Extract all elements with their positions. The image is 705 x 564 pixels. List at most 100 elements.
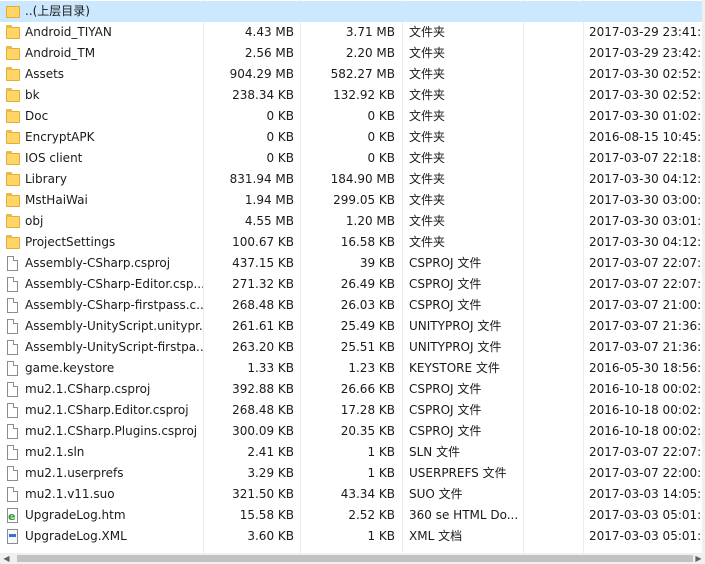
file-name: mu2.1.sln [25, 445, 85, 459]
html-document-icon [6, 505, 22, 526]
file-icon [6, 295, 22, 316]
modified-date: 2017-03-07 21:00:... [589, 298, 705, 312]
horizontal-scrollbar[interactable]: ◀ ▶ [0, 553, 705, 564]
file-icon [6, 442, 22, 463]
file-size: 300.09 KB [232, 424, 294, 438]
file-row[interactable]: mu2.1.CSharp.Plugins.csproj 300.09 KB 20.3… [0, 421, 705, 442]
file-name: Assets [25, 67, 65, 81]
file-size: 100.67 KB [232, 235, 294, 249]
file-size: 1.33 KB [247, 361, 294, 375]
packed-size: 2.52 KB [348, 508, 395, 522]
file-type: SUO 文件 [409, 487, 463, 501]
file-size: 437.15 KB [232, 256, 294, 270]
file-row[interactable]: Assembly-CSharp-firstpass.c... 268.48 KB 2… [0, 295, 705, 316]
modified-date: 2017-03-03 05:01:... [589, 508, 705, 522]
file-row[interactable]: Assembly-CSharp.csproj 437.15 KB 39 KB CSPR… [0, 253, 705, 274]
parent-directory-row[interactable]: ..(上层目录) [0, 1, 705, 22]
folder-row[interactable]: MstHaiWai 1.94 MB 299.05 KB 文件夹 2017-03-30 0… [0, 190, 705, 211]
packed-size: 582.27 MB [330, 67, 395, 81]
file-row[interactable]: mu2.1.sln 2.41 KB 1 KB SLN 文件 2017-03-07 22:… [0, 442, 705, 463]
file-size: 831.94 MB [229, 172, 294, 186]
scroll-left-arrow-icon[interactable]: ◀ [2, 554, 11, 563]
folder-row[interactable]: EncryptAPK 0 KB 0 KB 文件夹 2016-08-15 10:45:..… [0, 127, 705, 148]
file-type: 文件夹 [409, 88, 446, 102]
file-row[interactable]: Assembly-UnityScript-firstpa... 263.20 KB… [0, 337, 705, 358]
file-row[interactable]: mu2.1.CSharp.csproj 392.88 KB 26.66 KB CSPR… [0, 379, 705, 400]
file-name: ProjectSettings [25, 235, 116, 249]
file-row[interactable]: Assembly-CSharp-Editor.csp... 271.32 KB 26… [0, 274, 705, 295]
file-type: CSPROJ 文件 [409, 256, 482, 270]
packed-size: 1.20 MB [345, 214, 395, 228]
packed-size: 39 KB [359, 256, 395, 270]
file-name: mu2.1.userprefs [25, 466, 124, 480]
file-name: Android_TM [25, 46, 96, 60]
folder-row[interactable]: Android_TM 2.56 MB 2.20 MB 文件夹 2017-03-29 23… [0, 43, 705, 64]
scroll-right-arrow-icon[interactable]: ▶ [694, 554, 703, 563]
file-size: 4.43 MB [244, 25, 294, 39]
folder-row[interactable]: Assets 904.29 MB 582.27 MB 文件夹 2017-03-30 02… [0, 64, 705, 85]
file-size: 2.41 KB [247, 445, 294, 459]
folder-row[interactable]: bk 238.34 KB 132.92 KB 文件夹 2017-03-30 02:52:… [0, 85, 705, 106]
file-row[interactable]: mu2.1.userprefs 3.29 KB 1 KB USERPREFS 文件 20… [0, 463, 705, 484]
modified-date: 2017-03-30 03:01:... [589, 214, 705, 228]
file-size: 2.56 MB [244, 46, 294, 60]
folder-row[interactable]: IOS client 0 KB 0 KB 文件夹 2017-03-07 22:18:..… [0, 148, 705, 169]
file-icon [6, 337, 22, 358]
file-type: 文件夹 [409, 151, 446, 165]
packed-size: 26.66 KB [340, 382, 395, 396]
file-size: 3.60 KB [247, 529, 294, 543]
file-icon [6, 484, 22, 505]
file-type: USERPREFS 文件 [409, 466, 507, 480]
file-row[interactable]: UpgradeLog.XML 3.60 KB 1 KB XML 文档 2017-03-0… [0, 526, 705, 547]
folder-row[interactable]: Library 831.94 MB 184.90 MB 文件夹 2017-03-30 0… [0, 169, 705, 190]
folder-icon [6, 106, 22, 127]
folder-icon [6, 43, 22, 64]
packed-size: 43.34 KB [340, 487, 395, 501]
file-type: CSPROJ 文件 [409, 298, 482, 312]
modified-date: 2016-10-18 00:02:... [589, 382, 705, 396]
parent-directory-label: ..(上层目录) [25, 4, 90, 18]
file-row[interactable]: game.keystore 1.33 KB 1.23 KB KEYSTORE 文件 20… [0, 358, 705, 379]
file-type: KEYSTORE 文件 [409, 361, 500, 375]
modified-date: 2017-03-07 22:07:... [589, 256, 705, 270]
modified-date: 2017-03-30 03:00:... [589, 193, 705, 207]
folder-icon [6, 169, 22, 190]
file-type: 文件夹 [409, 193, 446, 207]
folder-icon [6, 148, 22, 169]
file-type: UNITYPROJ 文件 [409, 319, 502, 333]
file-icon [6, 358, 22, 379]
file-row[interactable]: Assembly-UnityScript.unitypr... 261.61 KB… [0, 316, 705, 337]
file-name: bk [25, 88, 40, 102]
file-size: 271.32 KB [232, 277, 294, 291]
packed-size: 16.58 KB [340, 235, 395, 249]
file-type: SLN 文件 [409, 445, 461, 459]
modified-date: 2017-03-07 22:07:... [589, 277, 705, 291]
file-name: Assembly-UnityScript.unitypr... [25, 319, 203, 333]
file-icon [6, 274, 22, 295]
folder-row[interactable]: Doc 0 KB 0 KB 文件夹 2017-03-30 01:02:... [0, 106, 705, 127]
file-size: 0 KB [266, 130, 294, 144]
modified-date: 2017-03-07 22:07:... [589, 445, 705, 459]
file-name: mu2.1.CSharp.Plugins.csproj [25, 424, 198, 438]
file-size: 3.29 KB [247, 466, 294, 480]
file-row[interactable]: mu2.1.v11.suo 321.50 KB 43.34 KB SUO 文件 2017… [0, 484, 705, 505]
folder-icon [6, 85, 22, 106]
folder-up-icon [6, 1, 22, 22]
folder-row[interactable]: Android_TIYAN 4.43 MB 3.71 MB 文件夹 2017-03-29… [0, 22, 705, 43]
file-row[interactable]: UpgradeLog.htm 15.58 KB 2.52 KB 360 se HTML… [0, 505, 705, 526]
modified-date: 2016-10-18 00:02:... [589, 424, 705, 438]
file-size: 15.58 KB [239, 508, 294, 522]
file-size: 321.50 KB [232, 487, 294, 501]
packed-size: 26.03 KB [340, 298, 395, 312]
packed-size: 26.49 KB [340, 277, 395, 291]
file-size: 1.94 MB [244, 193, 294, 207]
file-row[interactable]: mu2.1.CSharp.Editor.csproj 268.48 KB 17.28… [0, 400, 705, 421]
folder-row[interactable]: obj 4.55 MB 1.20 MB 文件夹 2017-03-30 03:01:... [0, 211, 705, 232]
scrollbar-thumb[interactable] [17, 555, 693, 562]
file-icon [6, 253, 22, 274]
folder-icon [6, 22, 22, 43]
folder-row[interactable]: ProjectSettings 100.67 KB 16.58 KB 文件夹 2017-… [0, 232, 705, 253]
packed-size: 1 KB [367, 466, 395, 480]
modified-date: 2017-03-30 02:52:... [589, 88, 705, 102]
file-name: IOS client [25, 151, 83, 165]
